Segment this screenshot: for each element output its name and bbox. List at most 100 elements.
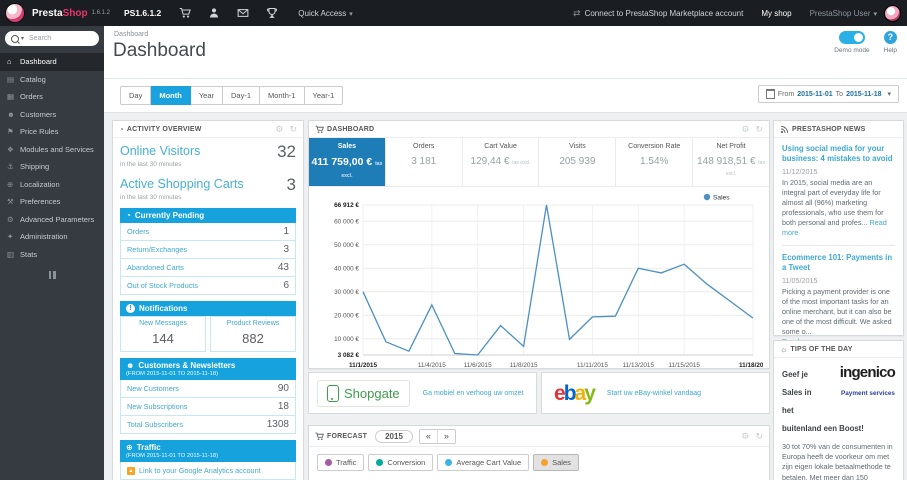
date-to: 2015-11-18 — [846, 90, 882, 98]
forecast-sales-toggle[interactable]: Sales — [533, 454, 579, 471]
news-article: Using social media for your business: 4 … — [782, 144, 895, 238]
customer-icon[interactable] — [208, 7, 220, 19]
previous-year-button[interactable]: « — [420, 430, 437, 443]
new-messages-cell: New Messages 144 — [120, 316, 206, 352]
breadcrumb[interactable]: Dashboard — [104, 26, 907, 38]
abandoned-carts-row: Abandoned Carts 43 — [120, 259, 296, 277]
google-analytics-link[interactable]: Link to your Google Analytics account — [139, 466, 261, 475]
sidebar-item-price-rules[interactable]: ⚑ Price Rules — [0, 123, 104, 141]
gear-icon[interactable]: ⚙ — [741, 122, 749, 136]
conversion-dot-icon — [376, 459, 384, 466]
sidebar-item-advanced-parameters[interactable]: ⚙ Advanced Parameters — [0, 211, 104, 229]
forecast-legend: Traffic Conversion Average Cart Value Sa… — [309, 447, 769, 478]
forecast-conversion-toggle[interactable]: Conversion — [368, 454, 434, 471]
page-header: Dashboard Dashboard Demo mode ? Help — [104, 26, 907, 79]
search-icon — [11, 34, 19, 43]
sidebar-item-administration[interactable]: ✦ Administration — [0, 228, 104, 246]
sidebar-item-preferences[interactable]: ⚒ Preferences — [0, 193, 104, 211]
avatar[interactable] — [884, 4, 901, 22]
price-rules-icon: ⚑ — [7, 127, 14, 137]
article-title-link[interactable]: Using social media for your business: 4 … — [782, 144, 895, 164]
sidebar-item-shipping[interactable]: ⚓ Shipping — [0, 158, 104, 176]
range-day-button[interactable]: Day — [120, 86, 152, 105]
demo-mode-toggle[interactable] — [838, 31, 865, 44]
new-customers-row: New Customers 90 — [120, 380, 296, 398]
search-input[interactable] — [27, 34, 92, 43]
date-range-picker[interactable]: From 2015-11-01 To 2015-11-18 ▾ — [757, 85, 899, 103]
customers-newsletters-header: ☻ Customers & Newsletters (FROM 2015-11-0… — [120, 358, 296, 380]
refresh-icon[interactable]: ↻ — [289, 122, 297, 136]
article-title-link[interactable]: Ecommerce 101: Payments in a Tweet — [782, 253, 895, 273]
forecast-traffic-toggle[interactable]: Traffic — [317, 454, 365, 471]
sidebar-item-stats[interactable]: ▥ Stats — [0, 246, 104, 264]
shopgate-banner: Shopgate Ga mobiel en verhoog uw omzet — [308, 372, 537, 414]
range-year-button[interactable]: Year — [190, 86, 223, 105]
svg-text:60 000 €: 60 000 € — [334, 218, 359, 225]
kpi-tab-net-profit[interactable]: Net Profit 148 918,51 € tax excl. — [693, 138, 769, 186]
dashboard-panel: DASHBOARD ⚙ ↻ Sales 411 759,00 € tax excl.… — [308, 120, 770, 369]
topbar-right: ⇄ Connect to PrestaShop Marketplace acco… — [573, 4, 907, 22]
customer-icon: ☻ — [126, 361, 135, 370]
kpi-tab-visits[interactable]: Visits 205 939 — [539, 138, 617, 186]
trophy-icon[interactable] — [266, 7, 278, 19]
messages-icon[interactable] — [237, 7, 249, 19]
total-subscribers-row: Total Subscribers 1308 — [120, 416, 296, 434]
sidebar-item-orders[interactable]: ▦ Orders — [0, 88, 104, 106]
avg-cart-dot-icon — [445, 459, 453, 466]
phone-icon — [327, 384, 339, 402]
traffic-dot-icon — [325, 459, 332, 466]
next-year-button[interactable]: » — [436, 429, 455, 443]
out-of-stock-row: Out of Stock Products 6 — [120, 277, 296, 295]
tips-body-text: 30 tot 70% van de consumenten in Europa … — [782, 442, 893, 480]
search-scope-caret-icon[interactable]: ▾ — [21, 35, 24, 42]
svg-text:10 000 €: 10 000 € — [334, 336, 359, 343]
sidebar-item-customers[interactable]: ☻ Customers — [0, 106, 104, 124]
gear-icon[interactable]: ⚙ — [275, 122, 283, 136]
sidebar-item-localization[interactable]: ⊕ Localization — [0, 176, 104, 194]
range-month-1-button[interactable]: Month-1 — [260, 86, 305, 105]
active-carts-link[interactable]: Active Shopping Carts — [120, 177, 244, 191]
ebay-link[interactable]: Start uw eBay-winkel vandaag — [607, 390, 701, 397]
shopgate-link[interactable]: Ga mobiel en verhoog uw omzet — [423, 390, 524, 397]
refresh-icon[interactable]: ↻ — [755, 429, 763, 443]
sidebar-collapse-button[interactable] — [46, 271, 58, 279]
kpi-tab-conversion-rate[interactable]: Conversion Rate 1.54% — [616, 138, 694, 186]
user-menu[interactable]: PrestaShop User ▾ — [810, 9, 877, 18]
kpi-tab-sales[interactable]: Sales 411 759,00 € tax excl. — [309, 138, 386, 186]
range-month-button[interactable]: Month — [151, 86, 191, 105]
forecast-avg-cart-toggle[interactable]: Average Cart Value — [437, 454, 530, 471]
chevron-down-icon: ▾ — [349, 10, 353, 18]
sales-dot-icon — [541, 459, 549, 466]
range-button-group: Day Month Year Day-1 Month-1 Year-1 — [120, 86, 344, 105]
help-icon[interactable]: ? — [883, 31, 897, 44]
refresh-icon[interactable]: ↻ — [755, 122, 763, 136]
svg-text:50 000 €: 50 000 € — [334, 242, 359, 249]
online-visitors-link[interactable]: Online Visitors — [120, 144, 200, 158]
sidebar-search[interactable]: ▾ — [5, 31, 99, 46]
quick-access-menu[interactable]: Quick Access ▾ — [298, 9, 353, 18]
kpi-tab-cart-value[interactable]: Cart Value 129,44 € tax excl. — [463, 138, 540, 186]
cart-icon[interactable] — [179, 7, 192, 19]
online-visitors-value: 32 — [277, 142, 296, 161]
sidebar-item-modules[interactable]: ❖ Modules and Services — [0, 141, 104, 159]
forecast-panel: FORECAST 2015 « » ⚙ ↻ Traffic Conversion … — [308, 425, 770, 480]
kpi-tab-orders[interactable]: Orders 3 181 — [386, 138, 463, 186]
range-day-1-button[interactable]: Day-1 — [223, 86, 261, 105]
cart-icon — [315, 125, 324, 133]
prestashop-admin-dashboard: PrestaShop 1.6.1.2 PS1.6.1.2 Quick Acces… — [0, 0, 907, 480]
svg-text:11/6/2015: 11/6/2015 — [464, 362, 492, 369]
marketplace-link[interactable]: Connect to PrestaShop Marketplace accoun… — [585, 9, 744, 18]
gear-icon[interactable]: ⚙ — [741, 429, 749, 443]
marketplace-icon: ⇄ — [573, 7, 581, 18]
pending-orders-row: Orders 1 — [120, 223, 296, 241]
tips-panel-title: TIPS OF THE DAY — [790, 345, 853, 353]
shipping-icon: ⚓ — [7, 162, 14, 172]
globe-icon: ⊕ — [126, 443, 133, 452]
sidebar-item-catalog[interactable]: ▤ Catalog — [0, 71, 104, 89]
dashboard-icon: ⌂ — [7, 57, 12, 67]
ingenico-logo: ingenico Payment services — [839, 364, 896, 397]
my-shop-link[interactable]: My shop — [761, 9, 791, 18]
sidebar-item-dashboard[interactable]: ⌂ Dashboard — [0, 53, 104, 71]
range-year-1-button[interactable]: Year-1 — [304, 86, 344, 105]
bell-icon: ! — [126, 304, 135, 313]
